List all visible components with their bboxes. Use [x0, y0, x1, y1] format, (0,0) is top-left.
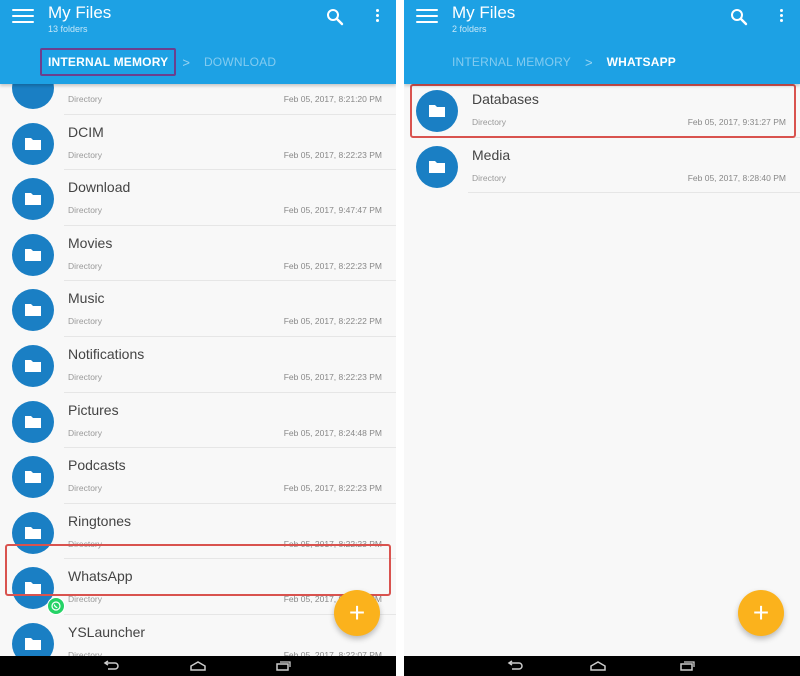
folder-icon	[416, 90, 458, 132]
system-nav-bar	[0, 656, 396, 676]
breadcrumb: INTERNAL MEMORY > DOWNLOAD	[40, 48, 284, 76]
file-name: Music	[68, 290, 105, 307]
folder-icon	[12, 178, 54, 221]
file-type: Directory	[472, 117, 507, 127]
folder-icon	[12, 400, 54, 443]
more-options-icon[interactable]	[778, 9, 784, 25]
folder-icon	[12, 289, 54, 332]
file-name: YSLauncher	[68, 623, 146, 640]
file-name: Podcasts	[68, 457, 126, 474]
file-row-databases[interactable]: Databases Directory Feb 05, 2017, 9:31:2…	[404, 82, 800, 138]
file-name: Movies	[68, 234, 113, 251]
file-name: Ringtones	[68, 512, 132, 529]
search-icon[interactable]	[730, 8, 748, 26]
file-date: Feb 05, 2017, 8:24:48 PM	[283, 427, 382, 438]
recents-icon[interactable]	[272, 659, 294, 673]
folder-count: 2 folders	[452, 24, 487, 34]
file-name: Pictures	[68, 401, 119, 418]
add-button[interactable]: +	[334, 590, 380, 636]
file-type: Directory	[68, 260, 103, 271]
folder-count: 13 folders	[48, 24, 88, 34]
file-row-ringtones[interactable]: Ringtones Directory Feb 05, 2017, 8:22:2…	[0, 504, 396, 560]
folder-icon	[416, 145, 458, 188]
file-list: Databases Directory Feb 05, 2017, 9:31:2…	[404, 82, 800, 194]
file-date: Feb 05, 2017, 8:22:23 PM	[283, 538, 382, 549]
home-icon[interactable]	[587, 659, 609, 673]
app-title: My Files	[452, 3, 516, 22]
folder-icon	[12, 122, 54, 165]
file-date: Feb 05, 2017, 8:28:40 PM	[687, 172, 786, 183]
file-name: Download	[68, 179, 131, 196]
breadcrumb-internal-memory[interactable]: INTERNAL MEMORY	[40, 48, 177, 76]
file-date: Feb 05, 2017, 8:22:23 PM	[283, 483, 382, 494]
file-type: Directory	[68, 149, 103, 160]
whatsapp-icon	[47, 597, 65, 616]
file-type: Directory	[68, 371, 103, 382]
file-row-movies[interactable]: Movies Directory Feb 05, 2017, 8:22:23 P…	[0, 226, 396, 282]
app-title: My Files	[48, 3, 112, 22]
back-icon[interactable]	[100, 659, 122, 673]
whatsapp-folder-icon	[12, 567, 65, 616]
app-bar: My Files 2 folders INTERNAL MEMORY > WHA…	[404, 0, 800, 84]
file-name: DCIM	[68, 123, 104, 140]
file-list: Directory Feb 05, 2017, 8:21:20 PM DCIM …	[0, 59, 396, 671]
file-row-notifications[interactable]: Notifications Directory Feb 05, 2017, 8:…	[0, 337, 396, 393]
file-type: Directory	[68, 427, 103, 438]
file-type: Directory	[68, 594, 103, 605]
file-type: Directory	[68, 538, 103, 549]
system-nav-bar	[404, 656, 800, 676]
file-type: Directory	[68, 316, 103, 327]
file-type: Directory	[68, 94, 103, 104]
row-divider	[468, 192, 800, 194]
file-name: Notifications	[68, 345, 145, 362]
file-date: Feb 05, 2017, 8:22:23 PM	[283, 260, 382, 271]
file-name: WhatsApp	[68, 568, 133, 585]
file-date: Feb 05, 2017, 8:22:22 PM	[283, 316, 382, 327]
file-name: Databases	[472, 91, 539, 107]
chevron-right-icon: >	[182, 54, 190, 70]
file-type: Directory	[472, 172, 507, 183]
file-row-dcim[interactable]: DCIM Directory Feb 05, 2017, 8:22:23 PM	[0, 115, 396, 171]
file-row-music[interactable]: Music Directory Feb 05, 2017, 8:22:22 PM	[0, 281, 396, 337]
folder-icon	[12, 233, 54, 276]
search-icon[interactable]	[326, 8, 344, 26]
folder-icon	[12, 456, 54, 499]
breadcrumb-download[interactable]: DOWNLOAD	[196, 48, 284, 76]
file-date: Feb 05, 2017, 9:31:27 PM	[687, 117, 786, 127]
file-row-podcasts[interactable]: Podcasts Directory Feb 05, 2017, 8:22:23…	[0, 448, 396, 504]
menu-icon[interactable]	[12, 9, 34, 25]
file-date: Feb 05, 2017, 9:47:47 PM	[283, 205, 382, 216]
file-date: Feb 05, 2017, 8:22:23 PM	[283, 371, 382, 382]
folder-icon	[12, 344, 54, 387]
more-options-icon[interactable]	[374, 9, 380, 25]
recents-icon[interactable]	[676, 659, 698, 673]
file-type: Directory	[68, 483, 103, 494]
left-screen: Directory Feb 05, 2017, 8:21:20 PM DCIM …	[0, 0, 396, 676]
file-name: Media	[472, 146, 511, 163]
add-button[interactable]: +	[738, 590, 784, 636]
menu-icon[interactable]	[416, 9, 438, 25]
app-bar: My Files 13 folders INTERNAL MEMORY > DO…	[0, 0, 396, 84]
chevron-right-icon: >	[585, 54, 593, 70]
home-icon[interactable]	[187, 659, 209, 673]
file-date: Feb 05, 2017, 8:21:20 PM	[283, 94, 382, 104]
file-row-download[interactable]: Download Directory Feb 05, 2017, 9:47:47…	[0, 170, 396, 226]
file-type: Directory	[68, 205, 103, 216]
back-icon[interactable]	[504, 659, 526, 673]
breadcrumb-whatsapp[interactable]: WHATSAPP	[599, 48, 684, 76]
file-row-pictures[interactable]: Pictures Directory Feb 05, 2017, 8:24:48…	[0, 393, 396, 449]
breadcrumb-internal-memory[interactable]: INTERNAL MEMORY	[444, 48, 579, 76]
folder-icon	[12, 511, 54, 554]
file-row-media[interactable]: Media Directory Feb 05, 2017, 8:28:40 PM	[404, 138, 800, 194]
breadcrumb: INTERNAL MEMORY > WHATSAPP	[444, 48, 684, 76]
right-screen: Databases Directory Feb 05, 2017, 9:31:2…	[404, 0, 800, 676]
file-date: Feb 05, 2017, 8:22:23 PM	[283, 149, 382, 160]
